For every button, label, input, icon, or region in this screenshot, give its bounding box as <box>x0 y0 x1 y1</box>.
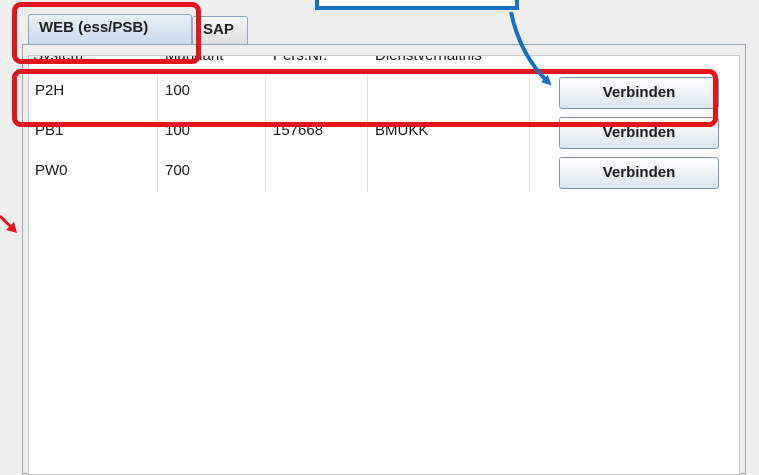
annotation-arrows <box>0 11 552 233</box>
red-arrow <box>0 214 17 233</box>
blue-arrow <box>509 11 552 86</box>
